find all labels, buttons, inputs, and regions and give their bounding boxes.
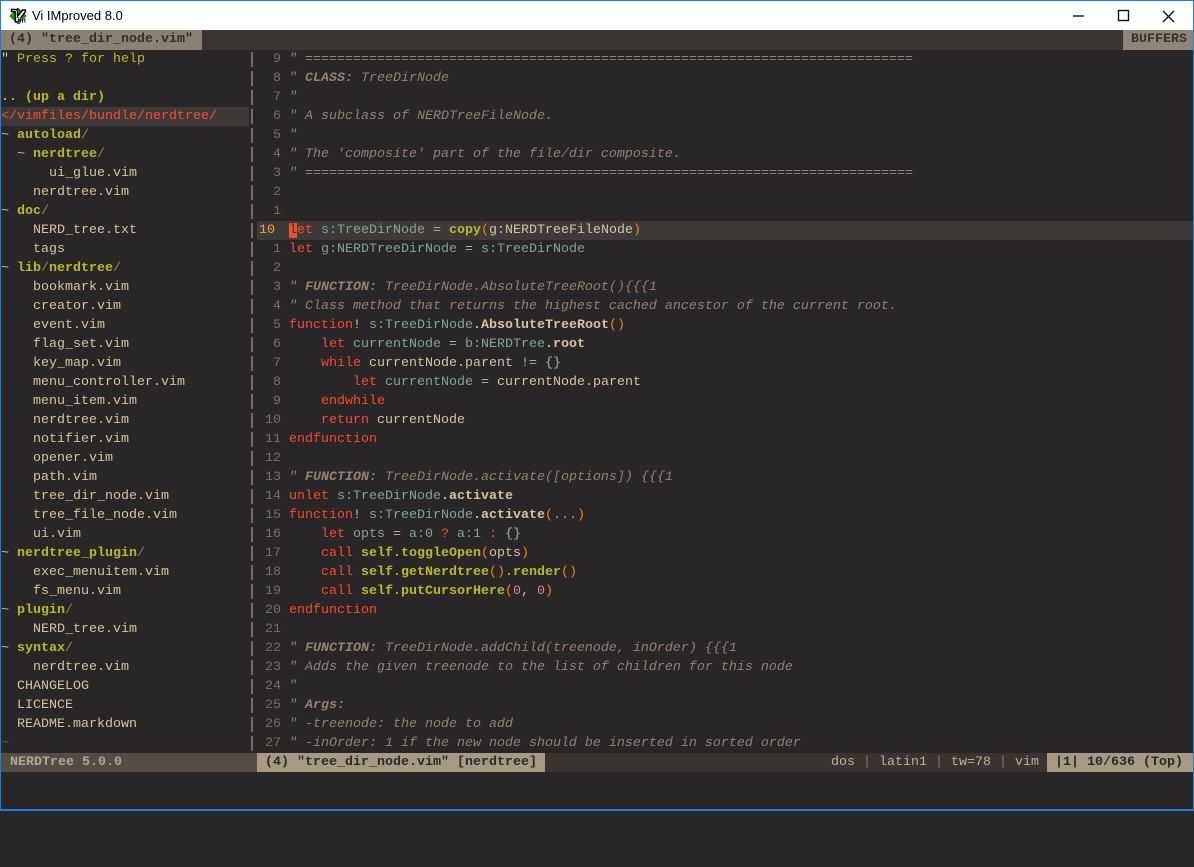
svg-text:im: im [17, 16, 26, 25]
